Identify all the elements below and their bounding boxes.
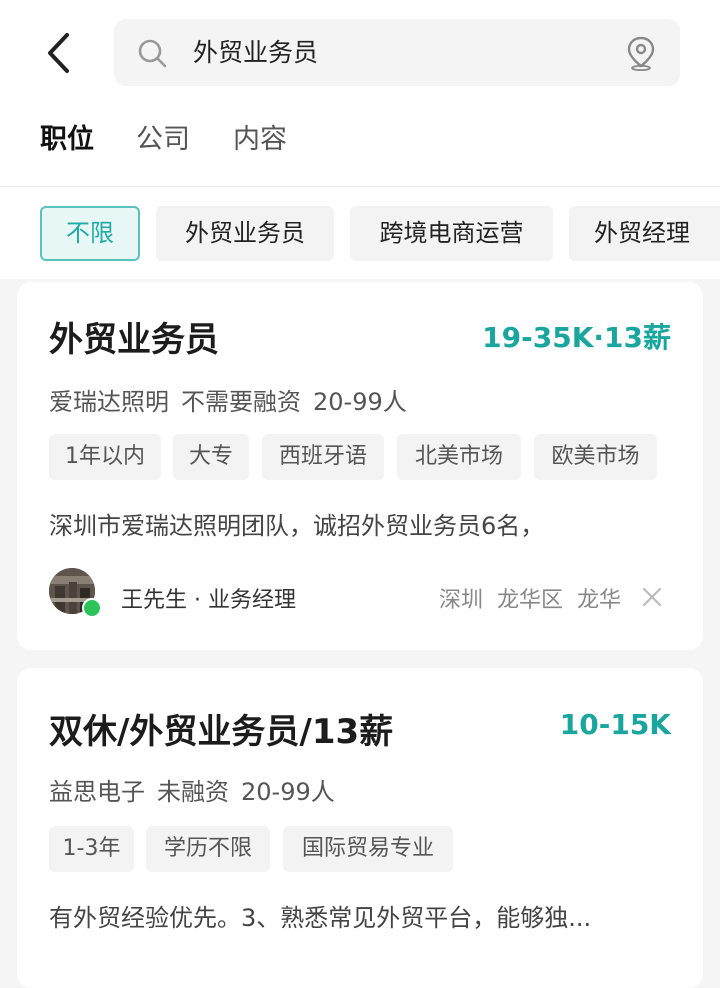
search-icon [138,39,167,68]
filter-chip-cross-border-ecommerce[interactable]: 跨境电商运营 [350,206,553,261]
salary: 19-35K·13薪 [482,321,671,354]
company-name: 爱瑞达照明 [49,388,169,416]
tab-companies[interactable]: 公司 [136,118,190,162]
close-icon[interactable] [641,586,663,608]
job-location: 深圳 龙华区 龙华 [425,582,621,614]
job-tag: 西班牙语 [262,434,384,480]
funding-stage: 未融资 [157,778,229,806]
company-info: 爱瑞达照明 不需要融资 20-99人 [49,382,419,417]
tab-jobs[interactable]: 职位 [40,118,94,162]
salary: 10-15K [559,708,671,741]
location-district: 龙华区 [496,588,563,613]
job-description: 深圳市爱瑞达照明团队，诚招外贸业务员6名， [49,512,545,540]
job-title: 外贸业务员 [49,320,219,360]
recruiter-name: 王先生 · 业务经理 [121,588,296,613]
top-bar: 外贸业务员 职位 公司 内容 [0,0,720,188]
filter-chip-foreign-trade-manager[interactable]: 外贸经理 [569,206,720,261]
company-size: 20-99人 [241,778,335,806]
job-tag: 1年以内 [49,434,161,480]
company-name: 益思电子 [49,778,145,806]
online-status-dot [82,598,102,618]
job-tag: 北美市场 [397,434,521,480]
job-tag: 学历不限 [146,826,270,872]
job-tag: 国际贸易专业 [283,826,453,872]
job-tag: 欧美市场 [534,434,657,480]
filter-chip-foreign-trade-clerk[interactable]: 外贸业务员 [156,206,334,261]
filter-bar: 不限 外贸业务员 跨境电商运营 外贸经理 [0,187,720,279]
company-info: 益思电子 未融资 20-99人 [49,772,347,807]
back-button[interactable] [36,28,80,78]
job-card[interactable]: 外贸业务员 19-35K·13薪 爱瑞达照明 不需要融资 20-99人 1年以内 大… [17,282,703,650]
filter-chip-all[interactable]: 不限 [40,206,140,261]
chevron-left-icon [48,33,69,73]
tab-content[interactable]: 内容 [233,118,287,162]
job-title: 双休/外贸业务员/13薪 [49,712,394,752]
company-size: 20-99人 [313,388,407,416]
location-city: 深圳 [438,588,483,613]
job-description: 有外贸经验优先。3、熟悉常见外贸平台，能够独... [49,904,592,932]
funding-stage: 不需要融资 [181,388,301,416]
search-input[interactable]: 外贸业务员 [193,19,593,86]
location-pin-icon[interactable] [624,35,658,71]
result-tabs: 职位 公司 内容 [0,118,720,166]
job-tag: 大专 [173,434,249,480]
location-area: 龙华 [576,588,621,613]
job-tag: 1-3年 [49,826,134,872]
job-card[interactable]: 双休/外贸业务员/13薪 10-15K 益思电子 未融资 20-99人 1-3年 学… [17,668,703,988]
search-box[interactable]: 外贸业务员 [114,19,680,86]
